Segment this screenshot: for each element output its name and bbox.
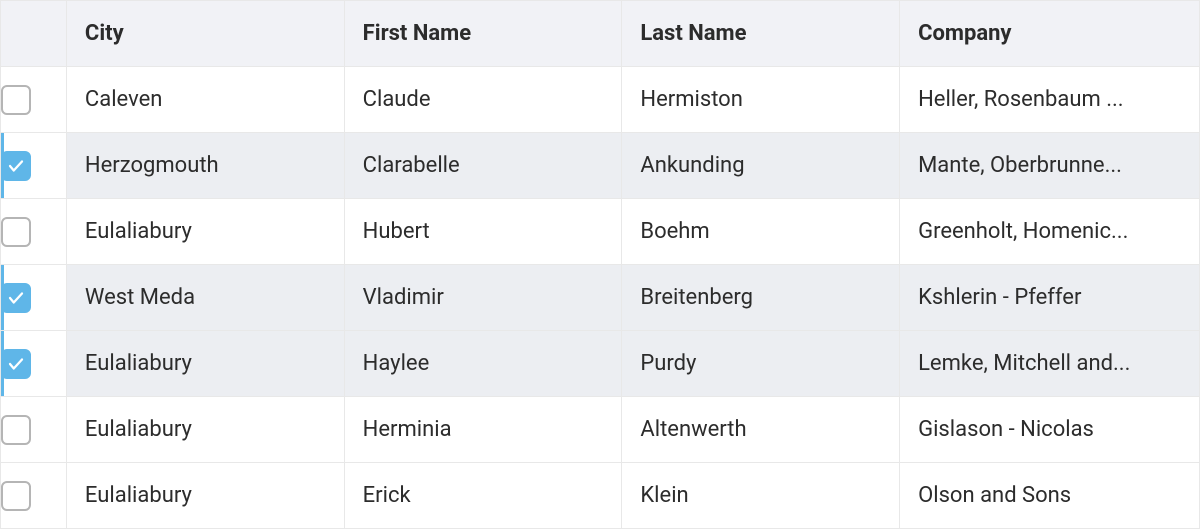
table-row[interactable]: Herzogmouth Clarabelle Ankunding Mante, … bbox=[1, 133, 1200, 199]
cell-select bbox=[1, 67, 67, 133]
cell-select bbox=[1, 199, 67, 265]
cell-company: Kshlerin - Pfeffer bbox=[900, 265, 1200, 331]
cell-first-name: Clarabelle bbox=[344, 133, 622, 199]
cell-company: Greenholt, Homenic... bbox=[900, 199, 1200, 265]
cell-city: Herzogmouth bbox=[66, 133, 344, 199]
cell-select bbox=[1, 463, 67, 529]
cell-company: Heller, Rosenbaum ... bbox=[900, 67, 1200, 133]
row-select-checkbox[interactable] bbox=[1, 415, 31, 445]
row-select-checkbox[interactable] bbox=[1, 349, 31, 379]
cell-last-name: Breitenberg bbox=[622, 265, 900, 331]
cell-first-name: Hubert bbox=[344, 199, 622, 265]
row-select-checkbox[interactable] bbox=[1, 85, 31, 115]
cell-select bbox=[1, 331, 67, 397]
table-row[interactable]: Caleven Claude Hermiston Heller, Rosenba… bbox=[1, 67, 1200, 133]
row-select-checkbox[interactable] bbox=[1, 283, 31, 313]
column-header-first-name[interactable]: First Name bbox=[344, 1, 622, 67]
cell-city: Caleven bbox=[66, 67, 344, 133]
column-header-company[interactable]: Company bbox=[900, 1, 1200, 67]
table-header-row: City First Name Last Name Company bbox=[1, 1, 1200, 67]
cell-select bbox=[1, 397, 67, 463]
row-select-checkbox[interactable] bbox=[1, 151, 31, 181]
cell-last-name: Purdy bbox=[622, 331, 900, 397]
cell-select bbox=[1, 265, 67, 331]
table-row[interactable]: West Meda Vladimir Breitenberg Kshlerin … bbox=[1, 265, 1200, 331]
cell-first-name: Erick bbox=[344, 463, 622, 529]
cell-company: Lemke, Mitchell and... bbox=[900, 331, 1200, 397]
cell-first-name: Herminia bbox=[344, 397, 622, 463]
cell-last-name: Klein bbox=[622, 463, 900, 529]
cell-last-name: Ankunding bbox=[622, 133, 900, 199]
column-header-city[interactable]: City bbox=[66, 1, 344, 67]
cell-select bbox=[1, 133, 67, 199]
cell-last-name: Altenwerth bbox=[622, 397, 900, 463]
table-row[interactable]: Eulaliabury Herminia Altenwerth Gislason… bbox=[1, 397, 1200, 463]
row-select-checkbox[interactable] bbox=[1, 217, 31, 247]
table-row[interactable]: Eulaliabury Haylee Purdy Lemke, Mitchell… bbox=[1, 331, 1200, 397]
check-icon bbox=[7, 157, 25, 175]
cell-city: Eulaliabury bbox=[66, 199, 344, 265]
row-select-checkbox[interactable] bbox=[1, 481, 31, 511]
cell-first-name: Vladimir bbox=[344, 265, 622, 331]
cell-first-name: Claude bbox=[344, 67, 622, 133]
cell-city: West Meda bbox=[66, 265, 344, 331]
cell-first-name: Haylee bbox=[344, 331, 622, 397]
table-row[interactable]: Eulaliabury Erick Klein Olson and Sons bbox=[1, 463, 1200, 529]
column-header-last-name[interactable]: Last Name bbox=[622, 1, 900, 67]
table-row[interactable]: Eulaliabury Hubert Boehm Greenholt, Home… bbox=[1, 199, 1200, 265]
cell-last-name: Hermiston bbox=[622, 67, 900, 133]
column-header-select bbox=[1, 1, 67, 67]
data-table: City First Name Last Name Company Caleve… bbox=[0, 0, 1200, 529]
check-icon bbox=[7, 355, 25, 373]
cell-company: Mante, Oberbrunne... bbox=[900, 133, 1200, 199]
cell-city: Eulaliabury bbox=[66, 463, 344, 529]
cell-city: Eulaliabury bbox=[66, 397, 344, 463]
cell-city: Eulaliabury bbox=[66, 331, 344, 397]
cell-company: Gislason - Nicolas bbox=[900, 397, 1200, 463]
cell-company: Olson and Sons bbox=[900, 463, 1200, 529]
cell-last-name: Boehm bbox=[622, 199, 900, 265]
check-icon bbox=[7, 289, 25, 307]
